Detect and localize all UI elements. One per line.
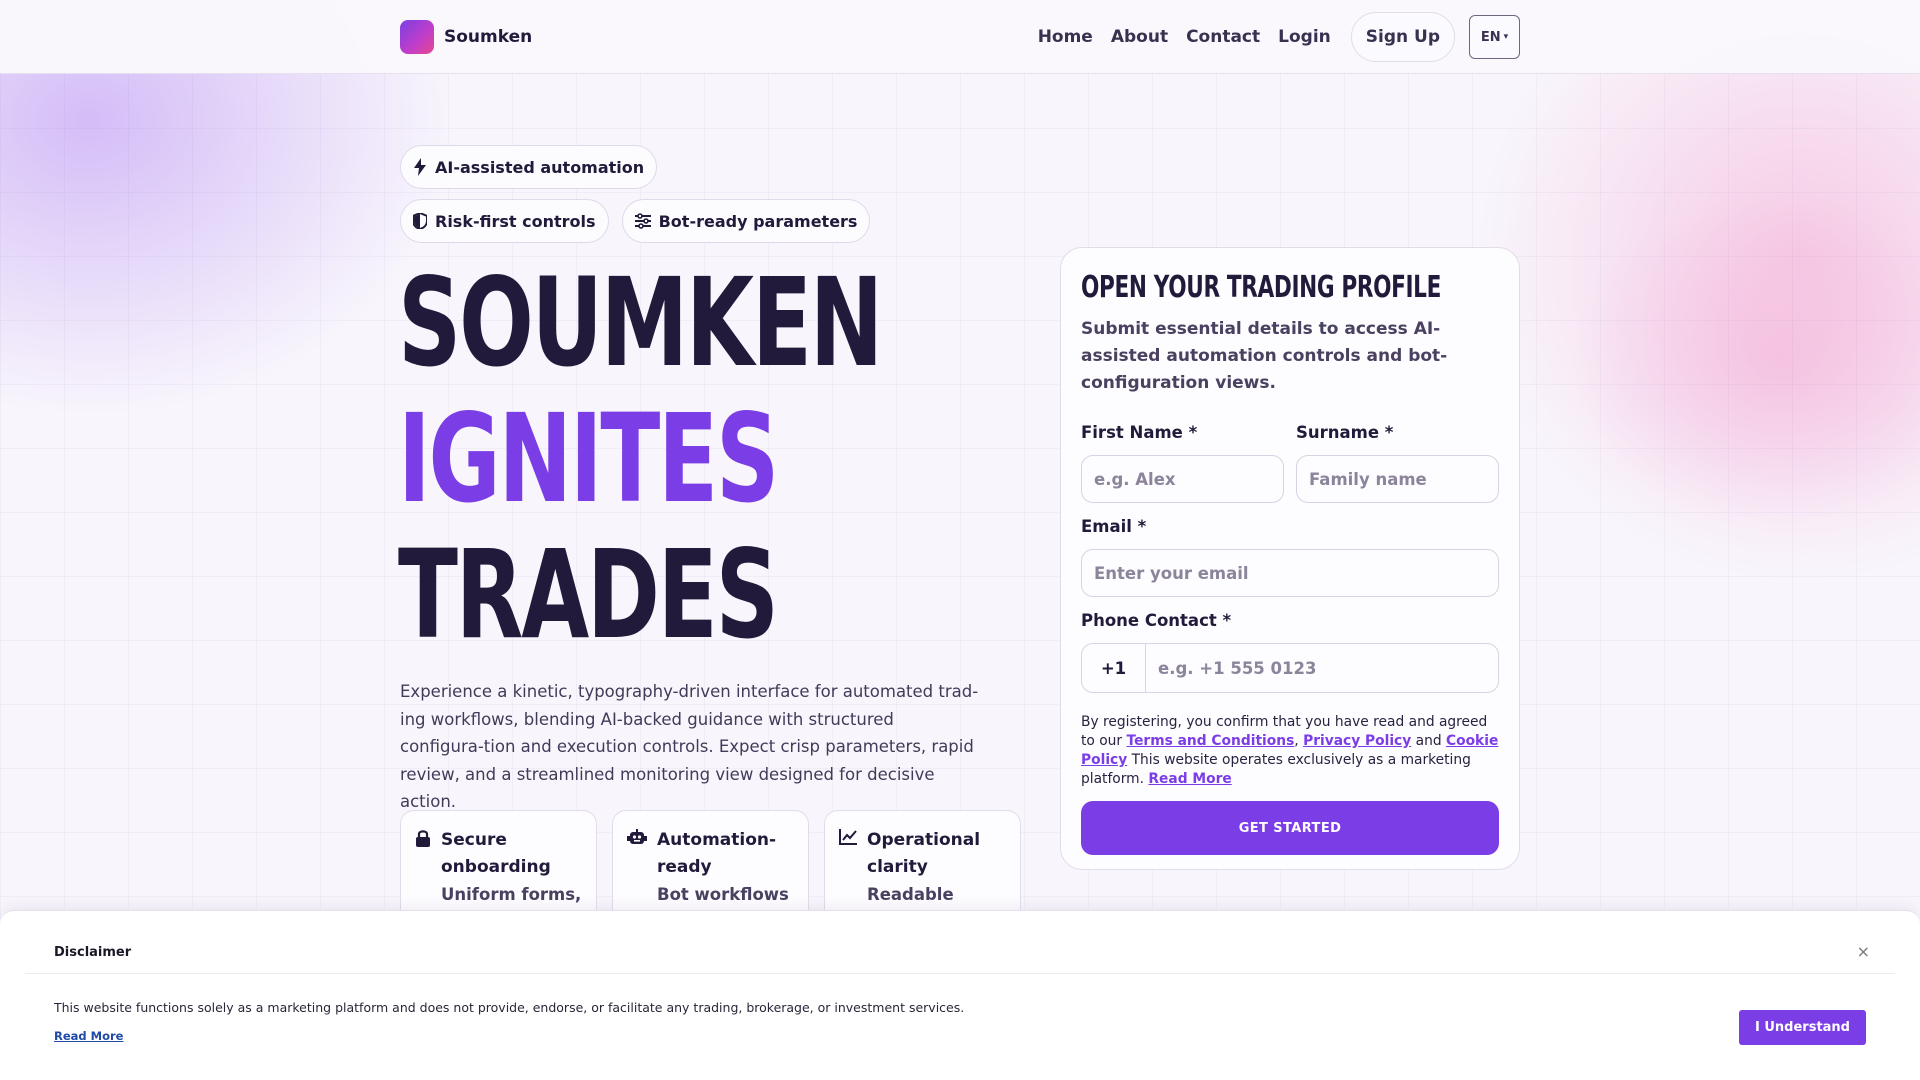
feature-title: Secure onboarding [441, 830, 551, 877]
language-label: EN [1480, 29, 1501, 45]
phone-field: +1 [1081, 643, 1499, 693]
form-subtitle: Submit essential details to access AI-as… [1081, 319, 1448, 393]
headline-line-3: TRADES [398, 524, 779, 666]
hero-description: Experience a kinetic, typography-driven … [400, 682, 979, 811]
feature-title: Operational clarity [867, 830, 981, 877]
country-code-select[interactable]: +1 [1082, 644, 1146, 692]
i-understand-button[interactable]: I Understand [1739, 1010, 1866, 1045]
legal-text: By registering, you confirm that you hav… [1081, 713, 1499, 789]
name-row: First Name * Surname * [1081, 423, 1499, 503]
email-label: Email * [1081, 517, 1147, 536]
nav-login[interactable]: Login [1278, 27, 1331, 47]
caret-down-icon: ▾ [1503, 32, 1509, 42]
nav-about[interactable]: About [1111, 27, 1168, 47]
chip-ai-automation: AI-assisted automation [400, 145, 658, 189]
shield-icon [413, 213, 427, 229]
email-input[interactable] [1081, 549, 1499, 597]
feature-title: Automation-ready [657, 830, 777, 877]
surname-input[interactable] [1296, 455, 1499, 503]
language-select[interactable]: EN ▾ [1469, 15, 1520, 59]
hero-chips: AI-assisted automation Risk-first contro… [400, 145, 880, 253]
email-group: Email * [1081, 517, 1499, 597]
legal-post: This website operates exclusively as a m… [1081, 752, 1471, 787]
brand-name: Soumken [444, 27, 533, 47]
chip-label: AI-assisted automation [435, 157, 645, 177]
terms-link[interactable]: Terms and Conditions [1126, 733, 1294, 749]
disclaimer-title: Disclaimer [54, 945, 132, 960]
phone-input[interactable] [1146, 644, 1498, 692]
disclaimer-read-more-link[interactable]: Read More [54, 1029, 123, 1043]
signup-button[interactable]: Sign Up [1350, 12, 1455, 62]
brand[interactable]: Soumken [400, 20, 532, 54]
headline-line-1: SOUMKEN [398, 252, 883, 394]
lightning-icon [414, 158, 426, 176]
nav-home[interactable]: Home [1038, 27, 1093, 47]
disclaimer-text: This website functions solely as a marke… [54, 1000, 965, 1015]
first-name-group: First Name * [1081, 423, 1284, 503]
phone-label: Phone Contact * [1081, 611, 1232, 630]
get-started-button[interactable]: GET STARTED [1081, 801, 1499, 855]
brand-logo [400, 20, 434, 54]
form-title: OPEN YOUR TRADING PROFILE [1081, 270, 1441, 305]
phone-group: Phone Contact * +1 [1081, 611, 1499, 693]
disclaimer-divider [25, 973, 1895, 974]
read-more-link[interactable]: Read More [1148, 771, 1231, 787]
main-nav: Home About Contact Login Sign Up EN ▾ [1020, 12, 1520, 62]
chip-label: Risk-first controls [435, 211, 596, 231]
hero-headline: SOUMKEN IGNITES TRADES [398, 255, 1069, 663]
disclaimer-banner: Disclaimer × This website functions sole… [0, 910, 1920, 1080]
surname-label: Surname * [1296, 423, 1394, 442]
feature-subtitle: Uniform forms, [441, 885, 582, 904]
first-name-label: First Name * [1081, 423, 1198, 442]
chip-risk-controls: Risk-first controls [400, 199, 609, 243]
nav-contact[interactable]: Contact [1186, 27, 1260, 47]
chip-bot-parameters: Bot-ready parameters [621, 199, 871, 243]
legal-comma: , [1294, 733, 1304, 749]
surname-group: Surname * [1296, 423, 1499, 503]
feature-subtitle: Bot workflows [657, 885, 789, 904]
signup-form-card: OPEN YOUR TRADING PROFILE Submit essenti… [1060, 247, 1520, 870]
first-name-input[interactable] [1081, 455, 1284, 503]
headline-line-2: IGNITES [398, 388, 779, 530]
chip-label: Bot-ready parameters [658, 211, 858, 231]
site-header: Soumken Home About Contact Login Sign Up… [0, 0, 1920, 74]
legal-and: and [1411, 733, 1446, 749]
close-icon[interactable]: × [1857, 942, 1870, 961]
sliders-icon [634, 213, 651, 229]
privacy-link[interactable]: Privacy Policy [1303, 733, 1411, 749]
